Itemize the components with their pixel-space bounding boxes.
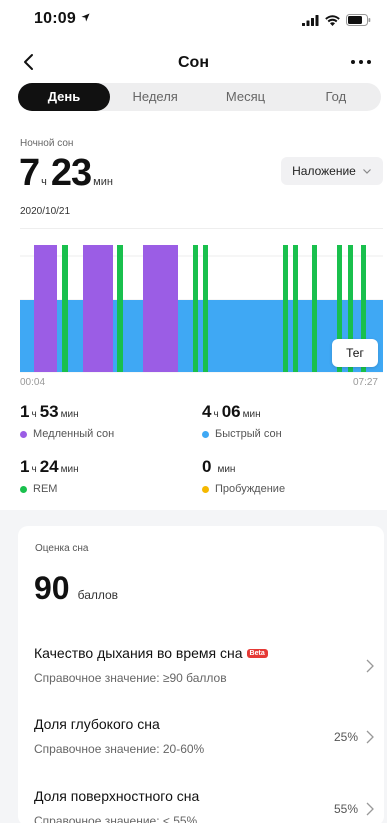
rem-sleep-bar [312,245,317,372]
stat-hours: 1 [20,402,30,421]
stat-hours-unit: ч [31,464,37,475]
tab-week[interactable]: Неделя [110,83,200,111]
stat-hours-unit: ч [31,409,37,420]
deep-sleep-bar [83,245,113,372]
chevron-right-icon [366,659,374,673]
score-value: 90 [34,570,70,606]
chevron-right-icon [366,802,374,816]
metric-deep-sleep-share[interactable]: Доля глубокого сна Справочное значение: … [34,716,374,772]
stat-label: Быстрый сон [215,428,282,440]
tab-year[interactable]: Год [291,83,381,111]
metric-breathing-quality[interactable]: Качество дыхания во время сна Beta Справ… [34,645,374,701]
stat-minutes: 53 [39,402,59,421]
tag-button[interactable]: Тег [332,339,378,367]
tab-day[interactable]: День [18,83,110,111]
metric-reference: Справочное значение: ≥90 баллов [34,671,227,685]
stat-minutes-unit: мин [60,464,79,475]
sleep-date: 2020/10/21 [20,206,71,217]
stat-label: Пробуждение [215,483,286,495]
total-hours: 7 [19,152,40,194]
rem-sleep-bar [193,245,198,372]
chart-end-time: 07:27 [352,377,378,388]
score-unit: баллов [77,588,119,602]
wifi-icon [325,13,340,31]
more-dots-icon [351,60,371,64]
stat-awake: 0 мин Пробуждение [202,457,285,495]
status-bar: 10:09 [0,0,387,40]
metric-reference: Справочное значение: < 55% [34,814,198,823]
rem-sleep-bar [62,245,68,372]
legend-dot [202,430,209,438]
sleep-stage-chart [20,228,383,373]
stat-deep-sleep: 1 ч 53 мин Медленный сон [20,402,114,440]
stat-minutes: 0 [202,457,212,476]
stat-rem: 1 ч 24 мин REM [20,457,82,495]
stat-hours-unit: ч [213,409,219,420]
metric-title: Доля глубокого сна [34,716,160,732]
stat-hours: 1 [20,457,30,476]
overlay-dropdown[interactable]: Наложение [281,157,383,185]
stat-minutes: 24 [39,457,59,476]
metric-title: Доля поверхностного сна [34,788,200,804]
metric-value: 25% [333,730,358,744]
total-sleep-time: 7 ч 23 мин [19,152,117,195]
stat-light-sleep: 4 ч 06 мин Быстрый сон [202,402,282,440]
stat-minutes: 06 [221,402,241,421]
stat-hours: 4 [202,402,212,421]
rem-sleep-bar [283,245,288,372]
signal-icon [302,13,319,31]
total-minutes: 23 [50,152,92,194]
status-time: 10:09 [34,10,90,28]
legend-dot [20,485,27,493]
metric-light-sleep-share[interactable]: Доля поверхностного сна Справочное значе… [34,788,374,823]
battery-icon [346,13,371,31]
beta-badge: Beta [246,648,268,658]
deep-sleep-bar [34,245,57,372]
metric-title: Качество дыхания во время сна [34,645,243,661]
overlay-label: Наложение [292,164,356,178]
score-value-row: 90 баллов [34,570,118,607]
hours-unit: ч [41,176,47,188]
stat-minutes-unit: мин [60,409,79,420]
rem-sleep-bar [293,245,298,372]
chevron-right-icon [366,730,374,744]
stat-label: Медленный сон [33,428,115,440]
rem-sleep-bar [117,245,123,372]
sleep-score-card: Оценка сна 90 баллов Качество дыхания во… [18,526,384,823]
legend-dot [202,485,209,493]
metric-reference: Справочное значение: 20-60% [34,742,205,756]
deep-sleep-bar [143,245,178,372]
light-sleep-band [20,300,383,372]
chart-start-time: 00:04 [20,377,46,388]
metric-value: 55% [333,802,358,816]
night-sleep-label: Ночной сон [20,138,74,149]
score-label: Оценка сна [35,543,89,554]
page-title: Сон [178,54,209,71]
rem-sleep-bar [203,245,208,372]
stat-minutes-unit: мин [217,464,236,475]
location-arrow-icon [81,10,90,27]
stat-label: REM [33,483,58,495]
period-tabs: День Неделя Месяц Год [18,83,381,111]
legend-dot [20,430,27,438]
chevron-down-icon [362,169,371,174]
more-button[interactable] [347,52,375,72]
tab-month[interactable]: Месяц [200,83,290,111]
stat-minutes-unit: мин [242,409,261,420]
minutes-unit: мин [93,176,113,188]
